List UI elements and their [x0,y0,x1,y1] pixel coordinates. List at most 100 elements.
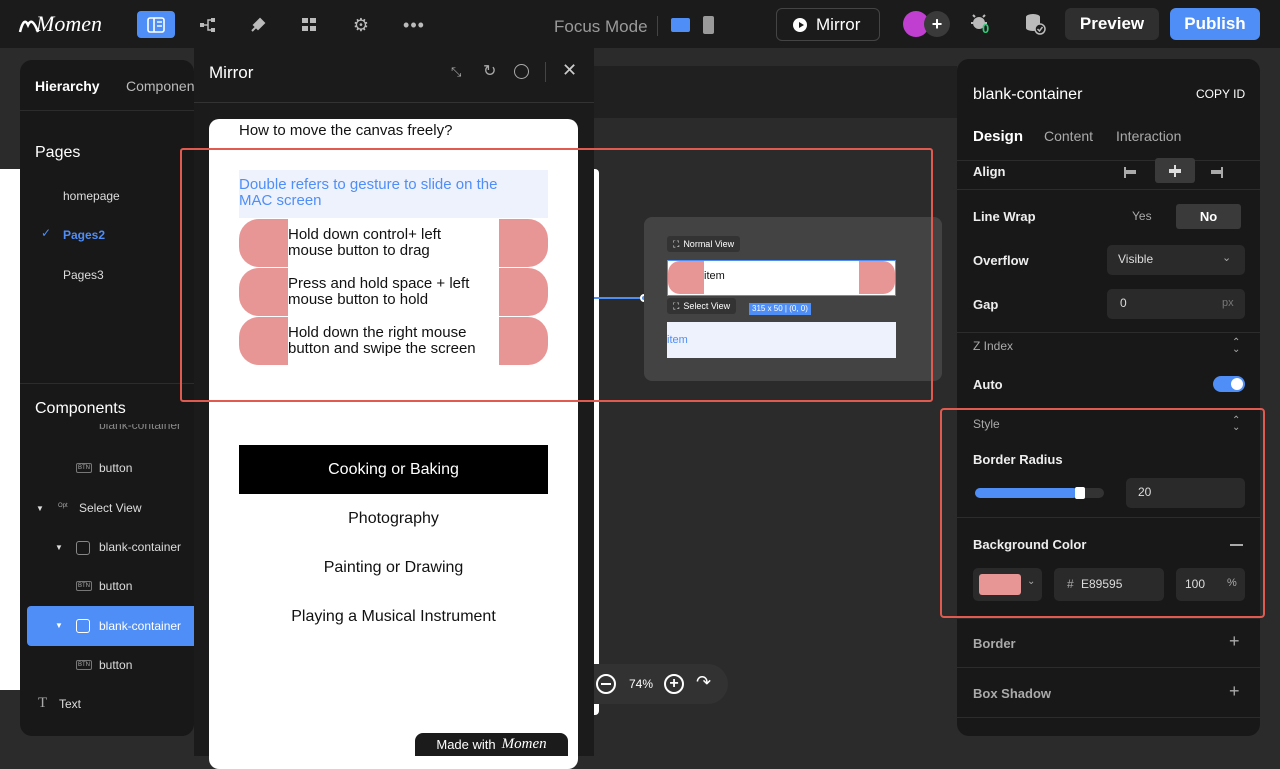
play-icon [793,17,807,32]
collapse-icon[interactable]: ⤡ [451,64,461,80]
container-icon [76,619,90,633]
question-text: How to move the canvas freely? [239,122,453,139]
line-wrap-no[interactable]: No [1176,204,1241,229]
caret-down-icon[interactable]: ▼ [36,504,44,513]
gap-unit: px [1222,297,1234,309]
right-panel: blank-container COPY ID Design Content I… [957,59,1260,736]
tree-item-button[interactable]: button [99,658,132,672]
preview-button[interactable]: Preview [1065,8,1159,40]
caret-down-icon[interactable]: ▼ [55,621,63,630]
zoom-control: 74% + ↷ [594,664,728,704]
top-toolbar: Momen ⚙ ••• Focus Mode Mirror + 0 Previe… [0,0,1280,48]
focus-mode-label[interactable]: Focus Mode [554,17,648,37]
divider [20,110,194,111]
mirror-button[interactable]: Mirror [776,8,880,41]
option-item[interactable]: Photography [239,494,548,543]
divider [194,102,594,103]
annotation-highlight-box [940,408,1265,618]
tree-item-blank-container-partial[interactable]: blank-container [99,424,181,434]
page-item-pages3[interactable]: Pages3 [63,268,104,282]
divider [545,62,546,82]
mirror-title: Mirror [209,63,254,82]
option-tag-icon: Opt [58,503,68,509]
page-item-pages2[interactable]: Pages2 [63,228,105,242]
overflow-select[interactable]: Visible ⌄ [1107,245,1245,275]
align-label: Align [973,164,1006,179]
components-title: Components [35,400,126,417]
pages-title: Pages [35,144,81,161]
caret-down-icon[interactable]: ▼ [55,543,63,552]
made-with-brand: Momen [501,736,547,752]
actions-icon[interactable] [296,12,322,38]
box-shadow-label[interactable]: Box Shadow [973,686,1051,701]
option-item[interactable]: Playing a Musical Instrument [239,592,548,641]
close-icon[interactable]: ✕ [562,60,577,81]
add-border-icon[interactable]: + [1229,631,1240,652]
tree-item-button[interactable]: button [99,461,132,475]
tree-item-text[interactable]: Text [59,697,81,711]
divider [957,332,1260,333]
divider [657,16,658,36]
zoom-level: 74% [629,677,654,691]
copy-id-button[interactable]: COPY ID [1196,87,1245,101]
button-tag-icon: BTN [76,660,92,670]
collapse-icon[interactable]: ⌃ ⌄ [1232,338,1240,355]
component-name: blank-container [973,86,1083,103]
divider [20,383,194,384]
auto-toggle[interactable] [1213,376,1245,392]
gap-input[interactable]: 0 px [1107,289,1245,319]
align-right-icon[interactable] [1211,165,1227,179]
tree-item-select-view[interactable]: Select View [79,501,141,515]
tree-item-blank-container[interactable]: blank-container [99,540,181,554]
mobile-view-icon[interactable] [703,16,714,34]
option-item[interactable]: Painting or Drawing [239,543,548,592]
tree-item-button[interactable]: button [99,579,132,593]
compass-icon[interactable] [514,64,529,79]
add-box-shadow-icon[interactable]: + [1229,681,1240,702]
gap-value: 0 [1120,296,1127,310]
zoom-out-icon[interactable] [596,674,616,694]
divider [957,717,1260,718]
database-icon[interactable] [1024,13,1046,40]
tab-hierarchy[interactable]: Hierarchy [35,78,100,94]
line-wrap-yes[interactable]: Yes [1132,209,1152,223]
more-icon[interactable]: ••• [401,12,427,38]
divider [957,618,1260,619]
canvas-page-left [0,169,20,690]
refresh-icon[interactable]: ↻ [483,61,496,81]
debug-icon[interactable]: 0 [970,13,990,36]
align-center-icon[interactable] [1155,158,1195,183]
line-wrap-label: Line Wrap [973,209,1036,224]
data-model-icon[interactable] [195,12,221,38]
tab-design[interactable]: Design [973,128,1023,145]
desktop-view-icon[interactable] [671,18,690,32]
divider [957,160,1260,161]
tab-content[interactable]: Content [1044,128,1093,144]
container-icon [76,541,90,555]
chevron-down-icon: ⌄ [1222,252,1232,264]
tree-item-selected[interactable]: ▼ blank-container [27,606,194,646]
layout-icon[interactable] [137,11,175,38]
redo-icon[interactable]: ↷ [696,672,711,693]
made-with-text: Made with [436,737,496,752]
plugin-icon[interactable] [245,12,271,38]
add-collaborator-icon[interactable]: + [924,11,950,37]
tab-interaction[interactable]: Interaction [1116,128,1181,144]
canvas-top-band [594,66,957,118]
page-item-homepage[interactable]: homepage [63,189,120,203]
zoom-in-icon[interactable]: + [664,674,684,694]
publish-button[interactable]: Publish [1170,8,1260,40]
app-logo[interactable]: Momen [18,10,102,38]
text-icon: T [38,695,48,711]
logo-text: Momen [36,11,102,36]
auto-label: Auto [973,377,1003,392]
made-with-badge[interactable]: Made with Momen [415,733,568,756]
border-label[interactable]: Border [973,636,1016,651]
overflow-value: Visible [1118,252,1154,266]
annotation-highlight-box [180,148,933,402]
option-selected[interactable]: Cooking or Baking [239,445,548,494]
align-left-icon[interactable] [1124,165,1140,179]
tab-components[interactable]: Componen [126,78,194,94]
gap-label: Gap [973,297,999,312]
settings-gear-icon[interactable]: ⚙ [348,12,374,38]
